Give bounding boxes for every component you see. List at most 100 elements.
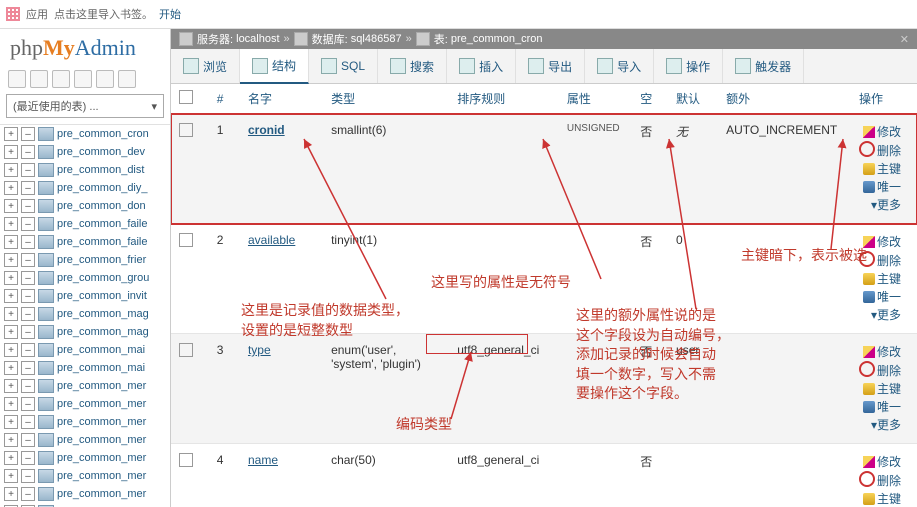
drop-link[interactable]: 删除	[859, 254, 901, 268]
docs-icon[interactable]	[74, 70, 92, 88]
db-name[interactable]: sql486587	[351, 33, 402, 45]
collapse-icon[interactable]: –	[21, 325, 35, 339]
drop-link[interactable]: 删除	[859, 144, 901, 158]
tree-item[interactable]: +–pre_common_mer	[0, 503, 170, 507]
phpmyadmin-logo[interactable]: phpMyAdmin	[0, 29, 170, 67]
apps-grid-icon[interactable]	[6, 7, 20, 21]
edit-link[interactable]: 修改	[863, 345, 901, 359]
expand-icon[interactable]: +	[4, 145, 18, 159]
tree-item[interactable]: +–pre_common_invit	[0, 287, 170, 305]
tree-item[interactable]: +–pre_common_diy_	[0, 179, 170, 197]
collapse-icon[interactable]: –	[21, 451, 35, 465]
col-head-collation[interactable]: 排序规则	[449, 84, 559, 114]
collapse-icon[interactable]: –	[21, 433, 35, 447]
unique-link[interactable]: 唯一	[863, 180, 901, 194]
col-head-attr[interactable]: 属性	[559, 84, 632, 114]
col-head-null[interactable]: 空	[632, 84, 668, 114]
tree-item[interactable]: +–pre_common_faile	[0, 215, 170, 233]
settings-icon[interactable]	[96, 70, 114, 88]
collapse-icon[interactable]: –	[21, 271, 35, 285]
tab-2[interactable]: SQL	[309, 49, 378, 83]
expand-icon[interactable]: +	[4, 217, 18, 231]
recent-tables-select[interactable]: (最近使用的表) ... ▾	[6, 94, 164, 118]
collapse-icon[interactable]: –	[21, 127, 35, 141]
collapse-icon[interactable]: –	[21, 145, 35, 159]
edit-link[interactable]: 修改	[863, 125, 901, 139]
tree-item[interactable]: +–pre_common_dev	[0, 143, 170, 161]
tree-item[interactable]: +–pre_common_mer	[0, 395, 170, 413]
expand-icon[interactable]: +	[4, 199, 18, 213]
primary-link[interactable]: 主键	[863, 382, 901, 396]
edit-link[interactable]: 修改	[863, 455, 901, 469]
tree-item[interactable]: +–pre_common_mer	[0, 431, 170, 449]
expand-icon[interactable]: +	[4, 361, 18, 375]
expand-icon[interactable]: +	[4, 379, 18, 393]
tab-1[interactable]: 结构	[240, 49, 309, 84]
drop-link[interactable]: 删除	[859, 364, 901, 378]
unique-link[interactable]: 唯一	[863, 400, 901, 414]
tree-item[interactable]: +–pre_common_frier	[0, 251, 170, 269]
collapse-icon[interactable]: –	[21, 361, 35, 375]
tree-item[interactable]: +–pre_common_mer	[0, 377, 170, 395]
tree-item[interactable]: +–pre_common_mer	[0, 449, 170, 467]
col-name[interactable]: cronid	[248, 123, 285, 137]
collapse-icon[interactable]: –	[21, 379, 35, 393]
sql-icon[interactable]	[52, 70, 70, 88]
expand-icon[interactable]: +	[4, 307, 18, 321]
tab-7[interactable]: 操作	[654, 49, 723, 83]
expand-icon[interactable]: +	[4, 397, 18, 411]
collapse-icon[interactable]: –	[21, 415, 35, 429]
edit-link[interactable]: 修改	[863, 235, 901, 249]
collapse-icon[interactable]: –	[21, 307, 35, 321]
tree-item[interactable]: +–pre_common_mai	[0, 359, 170, 377]
tab-3[interactable]: 搜索	[378, 49, 447, 83]
expand-icon[interactable]: +	[4, 271, 18, 285]
expand-icon[interactable]: +	[4, 415, 18, 429]
tree-item[interactable]: +–pre_common_mag	[0, 323, 170, 341]
more-link[interactable]: ▾更多	[871, 308, 901, 322]
col-head-type[interactable]: 类型	[323, 84, 449, 114]
tree-item[interactable]: +–pre_common_cron	[0, 125, 170, 143]
col-head-extra[interactable]: 额外	[718, 84, 851, 114]
tab-4[interactable]: 插入	[447, 49, 516, 83]
row-checkbox[interactable]	[179, 453, 193, 467]
more-link[interactable]: ▾更多	[871, 198, 901, 212]
col-head-num[interactable]: #	[209, 84, 240, 114]
check-all[interactable]	[179, 90, 193, 104]
tree-item[interactable]: +–pre_common_don	[0, 197, 170, 215]
collapse-icon[interactable]: –	[21, 487, 35, 501]
tree-item[interactable]: +–pre_common_grou	[0, 269, 170, 287]
tab-5[interactable]: 导出	[516, 49, 585, 83]
primary-link[interactable]: 主键	[863, 272, 901, 286]
expand-icon[interactable]: +	[4, 343, 18, 357]
unique-link[interactable]: 唯一	[863, 290, 901, 304]
apps-label[interactable]: 应用	[26, 6, 48, 22]
home-icon[interactable]	[8, 70, 26, 88]
expand-icon[interactable]: +	[4, 487, 18, 501]
collapse-icon[interactable]: –	[21, 181, 35, 195]
collapse-icon[interactable]: –	[21, 289, 35, 303]
primary-link[interactable]: 主键	[863, 162, 901, 176]
tree-item[interactable]: +–pre_common_mer	[0, 467, 170, 485]
tab-8[interactable]: 触发器	[723, 49, 804, 83]
col-head-default[interactable]: 默认	[668, 84, 718, 114]
tab-0[interactable]: 浏览	[171, 49, 240, 83]
row-checkbox[interactable]	[179, 123, 193, 137]
table-name[interactable]: pre_common_cron	[451, 33, 543, 45]
drop-link[interactable]: 删除	[859, 474, 901, 488]
tree-item[interactable]: +–pre_common_mai	[0, 341, 170, 359]
tree-item[interactable]: +–pre_common_faile	[0, 233, 170, 251]
collapse-icon[interactable]: –	[21, 397, 35, 411]
more-link[interactable]: ▾更多	[871, 418, 901, 432]
collapse-icon[interactable]: –	[21, 469, 35, 483]
expand-icon[interactable]: +	[4, 235, 18, 249]
collapse-icon[interactable]: –	[21, 253, 35, 267]
expand-icon[interactable]: +	[4, 325, 18, 339]
row-checkbox[interactable]	[179, 233, 193, 247]
row-checkbox[interactable]	[179, 343, 193, 357]
col-name[interactable]: available	[248, 233, 295, 247]
tab-6[interactable]: 导入	[585, 49, 654, 83]
expand-icon[interactable]: +	[4, 181, 18, 195]
collapse-icon[interactable]: –	[21, 163, 35, 177]
expand-icon[interactable]: +	[4, 289, 18, 303]
